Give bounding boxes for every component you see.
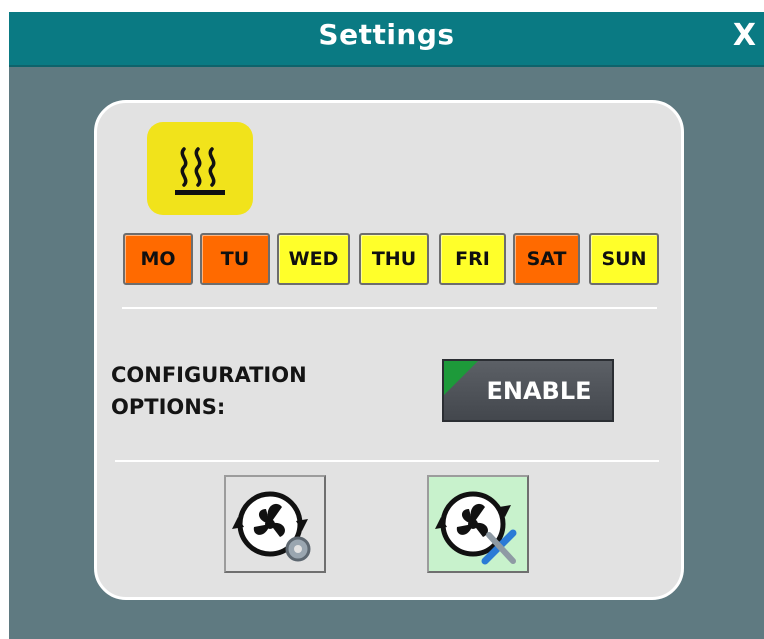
- fan-tools-icon: [435, 491, 517, 565]
- day-sun[interactable]: SUN: [589, 233, 659, 285]
- settings-panel: MO TU WED THU FRI SAT SUN CONFIGURATION …: [94, 100, 684, 600]
- fan-settings-icon: [232, 491, 311, 562]
- day-thu[interactable]: THU: [359, 233, 429, 285]
- day-mo[interactable]: MO: [123, 233, 193, 285]
- heating-button[interactable]: [147, 122, 253, 215]
- divider-bottom: [115, 460, 659, 462]
- window-title: Settings: [318, 18, 455, 51]
- settings-window: Settings X MO TU WED THU FRI SAT SUN CON…: [9, 12, 764, 639]
- enable-button[interactable]: ENABLE: [442, 359, 614, 422]
- day-wed[interactable]: WED: [277, 233, 350, 285]
- title-bar: Settings X: [9, 12, 764, 67]
- heat-icon: [175, 147, 225, 195]
- day-sat[interactable]: SAT: [513, 233, 580, 285]
- divider-top: [122, 307, 657, 309]
- status-corner-indicator: [444, 361, 478, 395]
- day-tu[interactable]: TU: [200, 233, 270, 285]
- enable-button-label: ENABLE: [486, 376, 592, 405]
- configuration-options-label: CONFIGURATION OPTIONS:: [111, 363, 307, 419]
- close-button[interactable]: X: [733, 18, 756, 53]
- day-fri[interactable]: FRI: [439, 233, 506, 285]
- fan-tools-button[interactable]: [427, 475, 529, 573]
- fan-settings-button[interactable]: [224, 475, 326, 573]
